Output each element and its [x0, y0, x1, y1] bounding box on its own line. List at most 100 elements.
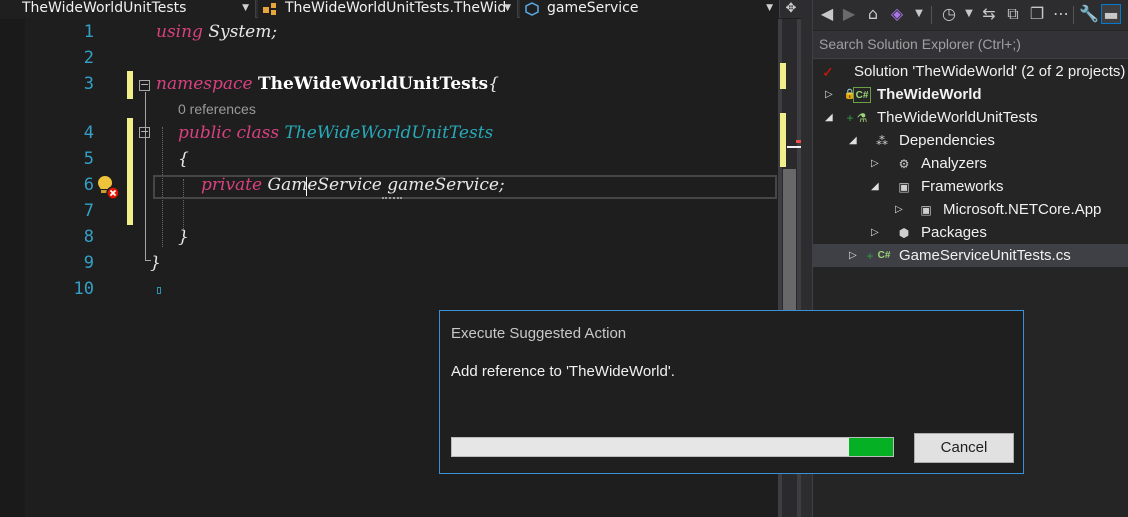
brace: } [150, 253, 161, 273]
sync-icon[interactable]: ⇆ [979, 4, 999, 24]
split-editor-icon[interactable]: ✥ [781, 0, 801, 18]
progress-fill [848, 438, 893, 456]
search-placeholder: Search Solution Explorer (Ctrl+;) [819, 36, 1021, 52]
member-dropdown[interactable]: gameService ▼ [520, 0, 780, 18]
code-line-9: } [150, 253, 161, 273]
field-name: gameService; [387, 175, 505, 195]
identifier: System; [208, 22, 278, 42]
project-dropdown[interactable]: TheWideWorldUnitTests ▼ [0, 0, 256, 18]
line-number: 1 [83, 22, 94, 42]
tree-item-label: GameServiceUnitTests.cs [899, 247, 1071, 264]
line-number: 4 [83, 123, 94, 143]
tree-item-label: TheWideWorldUnitTests [877, 109, 1038, 126]
expand-arrow-icon[interactable]: ▷ [871, 152, 879, 175]
expand-arrow-icon[interactable]: ▷ [849, 244, 857, 267]
keyword: using [156, 22, 203, 42]
progress-bar [451, 437, 894, 457]
project-dropdown-label: TheWideWorldUnitTests [22, 0, 187, 16]
change-indicator [127, 118, 133, 225]
keyword: public class [178, 123, 280, 143]
back-icon[interactable]: ◀ [817, 4, 837, 24]
chevron-down-icon: ▼ [504, 3, 511, 13]
suggestion-dots [382, 195, 402, 199]
csharp-project-icon: C# [853, 87, 871, 103]
collapse-namespace-icon[interactable]: − [139, 79, 150, 91]
scrollbar-change-mark [780, 63, 786, 89]
code-line-3: namespace TheWideWorldUnitTests{ [156, 74, 499, 94]
code-line-8: } [178, 227, 189, 247]
solution-explorer-search[interactable]: Search Solution Explorer (Ctrl+;) [813, 31, 1128, 59]
brace: { [488, 74, 499, 94]
home-icon[interactable]: ⌂ [863, 4, 883, 24]
line-number: 3 [83, 74, 94, 94]
end-of-file-marker [157, 287, 161, 294]
switch-views-icon[interactable]: ◈ [887, 4, 907, 24]
properties-wrench-icon[interactable]: 🔧 [1079, 4, 1099, 24]
collapse-arrow-icon[interactable]: ◢ [871, 175, 879, 198]
dialog-title: Execute Suggested Action [451, 325, 627, 342]
toolbar-separator [931, 6, 932, 24]
chevron-down-icon[interactable]: ▼ [909, 4, 929, 24]
line-number: 2 [83, 48, 94, 68]
tree-item-solution[interactable]: ✓ Solution 'TheWideWorld' (2 of 2 projec… [813, 60, 1128, 83]
tree-item-label: Packages [921, 224, 987, 241]
scrollbar-change-mark [780, 113, 786, 167]
tree-item-label: TheWideWorld [877, 86, 982, 103]
tree-item-dependencies[interactable]: ◢ ⁂ Dependencies [813, 129, 1128, 152]
class-icon [263, 3, 276, 15]
keyword: private [201, 175, 263, 195]
more-icon[interactable]: ⋯ [1051, 4, 1071, 24]
chevron-down-icon: ▼ [766, 3, 773, 13]
tree-item-packages[interactable]: ▷ ⬢ Packages [813, 221, 1128, 244]
tree-item-label: Analyzers [921, 155, 987, 172]
line-number: 5 [83, 149, 94, 169]
tree-item-analyzers[interactable]: ▷ ⚙ Analyzers [813, 152, 1128, 175]
namespace-name: TheWideWorldUnitTests [258, 74, 489, 94]
cancel-button[interactable]: Cancel [914, 433, 1014, 463]
code-line-4: public class TheWideWorldUnitTests [178, 123, 493, 143]
forward-icon[interactable]: ▶ [839, 4, 859, 24]
solution-icon: ✓ [822, 64, 834, 80]
line-number: 6 [83, 175, 94, 195]
tree-item-unit-tests[interactable]: ◢ + ⚗ TheWideWorldUnitTests [813, 106, 1128, 129]
keyword: namespace [156, 74, 253, 94]
line-number: 9 [83, 253, 94, 273]
outline-line [145, 92, 146, 260]
expand-arrow-icon[interactable]: ▷ [825, 83, 833, 106]
class-dropdown[interactable]: TheWideWorldUnitTests.TheWid ▼ [258, 0, 518, 18]
pending-changes-icon[interactable]: ◷ [939, 4, 959, 24]
line-number: 10 [73, 279, 94, 299]
code-line-1: using System; [156, 22, 277, 42]
tree-item-label: Frameworks [921, 178, 1004, 195]
tree-item-thewideworld[interactable]: ▷ 🔒 C# TheWideWorld [813, 83, 1128, 106]
brace: { [178, 149, 189, 169]
collapse-all-icon[interactable]: ⧉ [1003, 4, 1023, 24]
frameworks-icon: ▣ [898, 180, 910, 194]
analyzers-icon: ⚙ [898, 157, 910, 171]
dialog-message: Add reference to 'TheWideWorld'. [451, 363, 675, 380]
line-number: 7 [83, 201, 94, 221]
tree-item-frameworks[interactable]: ◢ ▣ Frameworks [813, 175, 1128, 198]
collapse-arrow-icon[interactable]: ◢ [849, 129, 857, 152]
tree-item-gameserviceunittests[interactable]: ▷ + C# GameServiceUnitTests.cs [813, 244, 1128, 267]
collapse-arrow-icon[interactable]: ◢ [825, 106, 833, 129]
tree-item-label: Dependencies [899, 132, 995, 149]
packages-icon: ⬢ [898, 226, 910, 240]
brace: } [178, 227, 189, 247]
csharp-file-icon: C# [877, 250, 891, 261]
preview-selected-icon[interactable]: ▬ [1101, 4, 1121, 24]
expand-arrow-icon[interactable]: ▷ [871, 221, 879, 244]
tree-item-netcore-app[interactable]: ▷ ▣ Microsoft.NETCore.App [813, 198, 1128, 221]
lightbulb-error-icon[interactable] [96, 174, 122, 200]
chevron-down-icon[interactable]: ▼ [959, 4, 979, 24]
class-dropdown-label: TheWideWorldUnitTests.TheWid [285, 0, 507, 16]
editor-left-margin [0, 19, 25, 517]
member-dropdown-label: gameService [547, 0, 639, 16]
field-icon [525, 2, 539, 16]
collapse-class-icon[interactable]: − [139, 126, 150, 138]
type-name-error: GameService [267, 175, 382, 195]
expand-arrow-icon[interactable]: ▷ [895, 198, 903, 221]
toolbar-separator [1073, 6, 1074, 24]
codelens-references[interactable]: 0 references [178, 101, 256, 117]
show-all-files-icon[interactable]: ❐ [1027, 4, 1047, 24]
